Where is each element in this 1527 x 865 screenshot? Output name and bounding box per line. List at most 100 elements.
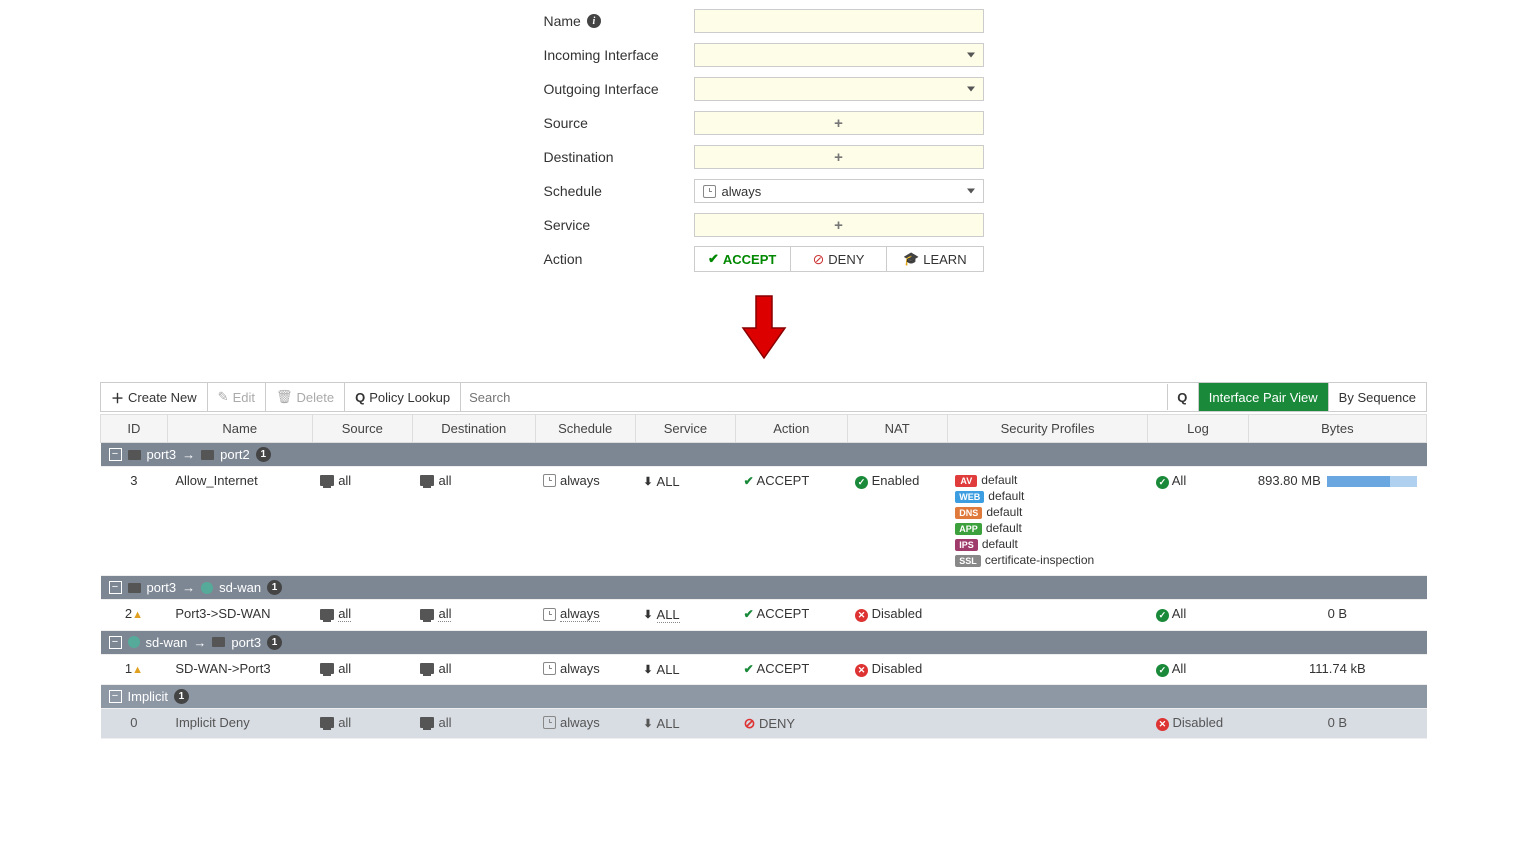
check-icon: ✔ <box>744 662 754 676</box>
cell-source: all <box>312 708 412 738</box>
group-header-row[interactable]: − port3 → sd-wan 1 <box>101 576 1427 600</box>
policy-row[interactable]: 2▲ Port3->SD-WAN all all always ⬇ALL ✔ A… <box>101 600 1427 631</box>
group-to: port3 <box>231 635 261 650</box>
address-icon <box>420 717 434 728</box>
incoming-label: Incoming Interface <box>544 47 659 63</box>
cell-service: ⬇ALL <box>635 654 735 684</box>
policy-row[interactable]: 1▲ SD-WAN->Port3 all all always ⬇ALL ✔ A… <box>101 654 1427 684</box>
header-name[interactable]: Name <box>167 415 312 443</box>
chevron-down-icon <box>967 189 975 194</box>
cell-log: All <box>1148 600 1248 631</box>
header-service[interactable]: Service <box>635 415 735 443</box>
deny-icon: ⊘ <box>744 715 756 731</box>
cell-schedule: always <box>535 654 635 684</box>
policy-row[interactable]: 3 Allow_Internet all all always ⬇ALL ✔ A… <box>101 467 1427 576</box>
group-header-row[interactable]: − port3 → port2 1 <box>101 443 1427 467</box>
implicit-policy-row[interactable]: 0 Implicit Deny all all always ⬇ALL ⊘ DE… <box>101 708 1427 738</box>
clock-icon <box>543 662 556 675</box>
policy-table: ID Name Source Destination Schedule Serv… <box>100 414 1427 739</box>
header-destination[interactable]: Destination <box>412 415 535 443</box>
profile-badge: SSL <box>955 555 981 567</box>
search-button[interactable]: Q <box>1167 384 1197 410</box>
collapse-icon[interactable]: − <box>109 636 122 649</box>
outgoing-label: Outgoing Interface <box>544 81 659 97</box>
cell-source: all <box>312 467 412 576</box>
cell-id: 0 <box>101 708 168 738</box>
clock-icon <box>703 185 716 198</box>
header-action[interactable]: Action <box>736 415 847 443</box>
cell-nat: Disabled <box>847 654 947 684</box>
header-profiles[interactable]: Security Profiles <box>947 415 1148 443</box>
log-status-icon <box>1156 661 1169 676</box>
cell-destination: all <box>412 600 535 631</box>
cell-profiles: AVdefaultWEBdefaultDNSdefaultAPPdefaultI… <box>947 467 1148 576</box>
check-icon: ✔ <box>744 607 754 621</box>
schedule-label: Schedule <box>544 183 602 199</box>
header-log[interactable]: Log <box>1148 415 1248 443</box>
interface-pair-view-button[interactable]: Interface Pair View <box>1198 383 1328 411</box>
group-from: port3 <box>147 580 177 595</box>
group-header-row[interactable]: − sd-wan → port3 1 <box>101 630 1427 654</box>
profile-item: DNSdefault <box>955 505 1140 519</box>
cell-action: ✔ ACCEPT <box>736 654 847 684</box>
profile-badge: APP <box>955 523 982 535</box>
edit-button[interactable]: ✎Edit <box>208 383 266 411</box>
cell-source: all <box>312 654 412 684</box>
delete-button[interactable]: 🗑Delete <box>266 383 345 411</box>
header-source[interactable]: Source <box>312 415 412 443</box>
header-schedule[interactable]: Schedule <box>535 415 635 443</box>
group-count-badge: 1 <box>267 635 282 650</box>
profile-item: APPdefault <box>955 521 1140 535</box>
create-new-button[interactable]: ＋Create New <box>101 383 208 411</box>
port-icon <box>128 450 141 460</box>
address-icon <box>420 609 434 620</box>
warning-icon: ▲ <box>132 609 143 621</box>
destination-add[interactable]: + <box>694 145 984 169</box>
cell-name: Implicit Deny <box>167 708 312 738</box>
incoming-interface-select[interactable] <box>694 43 984 67</box>
action-learn-button[interactable]: 🎓LEARN <box>887 247 982 271</box>
profile-item: AVdefault <box>955 473 1140 487</box>
cell-log: All <box>1148 467 1248 576</box>
collapse-icon[interactable]: − <box>109 448 122 461</box>
action-accept-button[interactable]: ✔ACCEPT <box>695 247 791 271</box>
arrow-icon: → <box>182 580 195 595</box>
cell-bytes: 0 B <box>1248 600 1426 631</box>
name-label: Name <box>544 13 581 29</box>
cell-destination: all <box>412 708 535 738</box>
sdwan-icon <box>128 636 140 648</box>
by-sequence-button[interactable]: By Sequence <box>1328 383 1426 411</box>
header-id[interactable]: ID <box>101 415 168 443</box>
info-icon[interactable]: i <box>587 14 601 28</box>
nat-status-icon <box>855 606 868 621</box>
collapse-icon[interactable]: − <box>109 581 122 594</box>
source-add[interactable]: + <box>694 111 984 135</box>
name-field[interactable] <box>694 9 984 33</box>
cell-id: 3 <box>101 467 168 576</box>
cell-nat: Disabled <box>847 600 947 631</box>
header-bytes[interactable]: Bytes <box>1248 415 1426 443</box>
address-icon <box>320 475 334 486</box>
implicit-group-header[interactable]: − Implicit 1 <box>101 684 1427 708</box>
search-icon: Q <box>355 390 365 405</box>
cell-action: ✔ ACCEPT <box>736 600 847 631</box>
cell-log: Disabled <box>1148 708 1248 738</box>
sdwan-icon <box>201 582 213 594</box>
outgoing-interface-select[interactable] <box>694 77 984 101</box>
cell-service: ⬇ALL <box>635 600 735 631</box>
cell-schedule: always <box>535 467 635 576</box>
schedule-select[interactable]: always <box>694 179 984 203</box>
cell-action: ✔ ACCEPT <box>736 467 847 576</box>
group-count-badge: 1 <box>256 447 271 462</box>
service-add[interactable]: + <box>694 213 984 237</box>
policy-lookup-button[interactable]: QPolicy Lookup <box>345 383 461 411</box>
service-icon: ⬇ <box>643 717 652 730</box>
cell-profiles <box>947 708 1148 738</box>
collapse-icon[interactable]: − <box>109 690 122 703</box>
action-deny-button[interactable]: ⊘DENY <box>791 247 887 271</box>
clock-icon <box>543 608 556 621</box>
deny-icon: ⊘ <box>813 251 825 268</box>
header-nat[interactable]: NAT <box>847 415 947 443</box>
check-icon: ✔ <box>708 251 719 267</box>
search-input[interactable] <box>461 384 1167 410</box>
